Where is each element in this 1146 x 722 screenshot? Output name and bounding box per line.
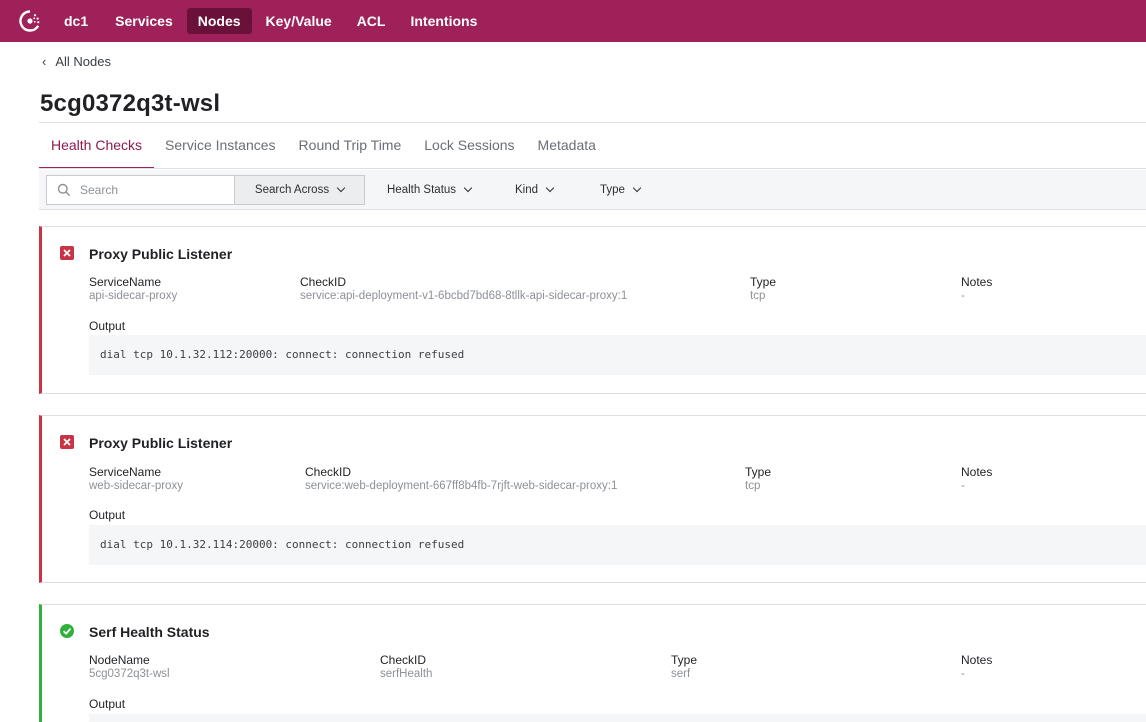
breadcrumb[interactable]: ‹ All Nodes (42, 54, 111, 69)
check-title: Proxy Public Listener (89, 435, 233, 451)
check-title: Proxy Public Listener (89, 246, 233, 262)
nav-acl[interactable]: ACL (346, 8, 397, 34)
service-name-value: web-sidecar-proxy (89, 480, 183, 492)
output-text: dial tcp 10.1.32.114:20000: connect: con… (100, 538, 465, 551)
type-label: Type (671, 653, 698, 667)
check-id-label: CheckID (300, 275, 347, 289)
output-label: Output (89, 319, 126, 333)
search-across-dropdown[interactable]: Search Across (234, 175, 365, 205)
tab-round-trip-time[interactable]: Round Trip Time (287, 123, 414, 169)
consul-logo-icon[interactable] (18, 9, 42, 33)
output-box: dial tcp 10.1.32.114:20000: connect: con… (89, 525, 1146, 565)
service-name-value: api-sidecar-proxy (89, 290, 178, 302)
chevron-down-icon (632, 183, 642, 193)
type-label: Type (750, 275, 777, 289)
breadcrumb-all-nodes[interactable]: All Nodes (55, 54, 111, 69)
chevron-left-icon: ‹ (42, 54, 47, 69)
error-x-icon (60, 246, 74, 260)
nav-services[interactable]: Services (104, 8, 184, 34)
datacenter-selector[interactable]: dc1 (60, 8, 101, 34)
notes-label: Notes (961, 465, 993, 479)
type-dropdown[interactable]: Type (600, 175, 642, 205)
nav-intentions[interactable]: Intentions (399, 8, 488, 34)
health-status-dropdown[interactable]: Health Status (387, 175, 473, 205)
type-value: tcp (745, 480, 761, 492)
notes-value: - (961, 290, 965, 302)
node-name-value: 5cg0372q3t-wsl (89, 668, 170, 680)
type-value: tcp (750, 290, 766, 302)
kind-label: Kind (515, 184, 539, 196)
check-id-value: serfHealth (380, 668, 433, 680)
output-label: Output (89, 697, 126, 711)
check-id-label: CheckID (305, 465, 352, 479)
health-check-card: Proxy Public Listener ServiceName web-si… (39, 415, 1146, 583)
tab-health-checks[interactable]: Health Checks (39, 123, 155, 169)
notes-label: Notes (961, 653, 993, 667)
output-label: Output (89, 508, 126, 522)
health-status-label: Health Status (387, 184, 457, 196)
check-title: Serf Health Status (89, 624, 210, 640)
search-across-label: Search Across (254, 184, 330, 196)
tab-lock-sessions[interactable]: Lock Sessions (412, 123, 526, 169)
check-id-label: CheckID (380, 653, 427, 667)
check-id-value: service:api-deployment-v1-6bcbd7bd68-8tl… (300, 290, 628, 302)
check-id-value: service:web-deployment-667ff8b4fb-7rjft-… (305, 480, 618, 492)
type-label: Type (745, 465, 772, 479)
filter-bar: Search Across Health Status Kind Type (39, 170, 1146, 210)
error-x-icon (60, 435, 74, 449)
search-box (46, 175, 234, 205)
output-box: dial tcp 10.1.32.112:20000: connect: con… (89, 335, 1146, 375)
chevron-down-icon (545, 183, 555, 193)
kind-dropdown[interactable]: Kind (515, 175, 555, 205)
tab-service-instances[interactable]: Service Instances (153, 123, 288, 169)
chevron-down-icon (336, 183, 346, 193)
nav-key-value[interactable]: Key/Value (255, 8, 343, 34)
nav-nodes[interactable]: Nodes (186, 8, 252, 34)
output-text (89, 714, 1146, 722)
notes-value: - (961, 480, 965, 492)
output-text: dial tcp 10.1.32.112:20000: connect: con… (100, 348, 465, 361)
notes-label: Notes (961, 275, 993, 289)
tab-metadata[interactable]: Metadata (526, 123, 608, 169)
chevron-down-icon (463, 183, 473, 193)
tab-bar: Health Checks Service Instances Round Tr… (39, 123, 607, 169)
service-name-label: ServiceName (89, 465, 162, 479)
type-value: serf (671, 668, 691, 680)
check-circle-icon (60, 624, 74, 638)
service-name-label: ServiceName (89, 275, 162, 289)
health-check-card: Serf Health Status NodeName 5cg0372q3t-w… (39, 604, 1146, 722)
node-name-label: NodeName (89, 653, 150, 667)
top-nav: dc1 Services Nodes Key/Value ACL Intenti… (0, 0, 1146, 42)
type-label: Type (600, 184, 625, 196)
tabs-divider (39, 168, 1146, 169)
search-icon (57, 183, 71, 197)
health-check-card: Proxy Public Listener ServiceName api-si… (39, 226, 1146, 394)
search-input[interactable] (80, 183, 220, 197)
page-title: 5cg0372q3t-wsl (40, 90, 221, 117)
notes-value: - (961, 668, 965, 680)
output-box (89, 714, 1146, 722)
